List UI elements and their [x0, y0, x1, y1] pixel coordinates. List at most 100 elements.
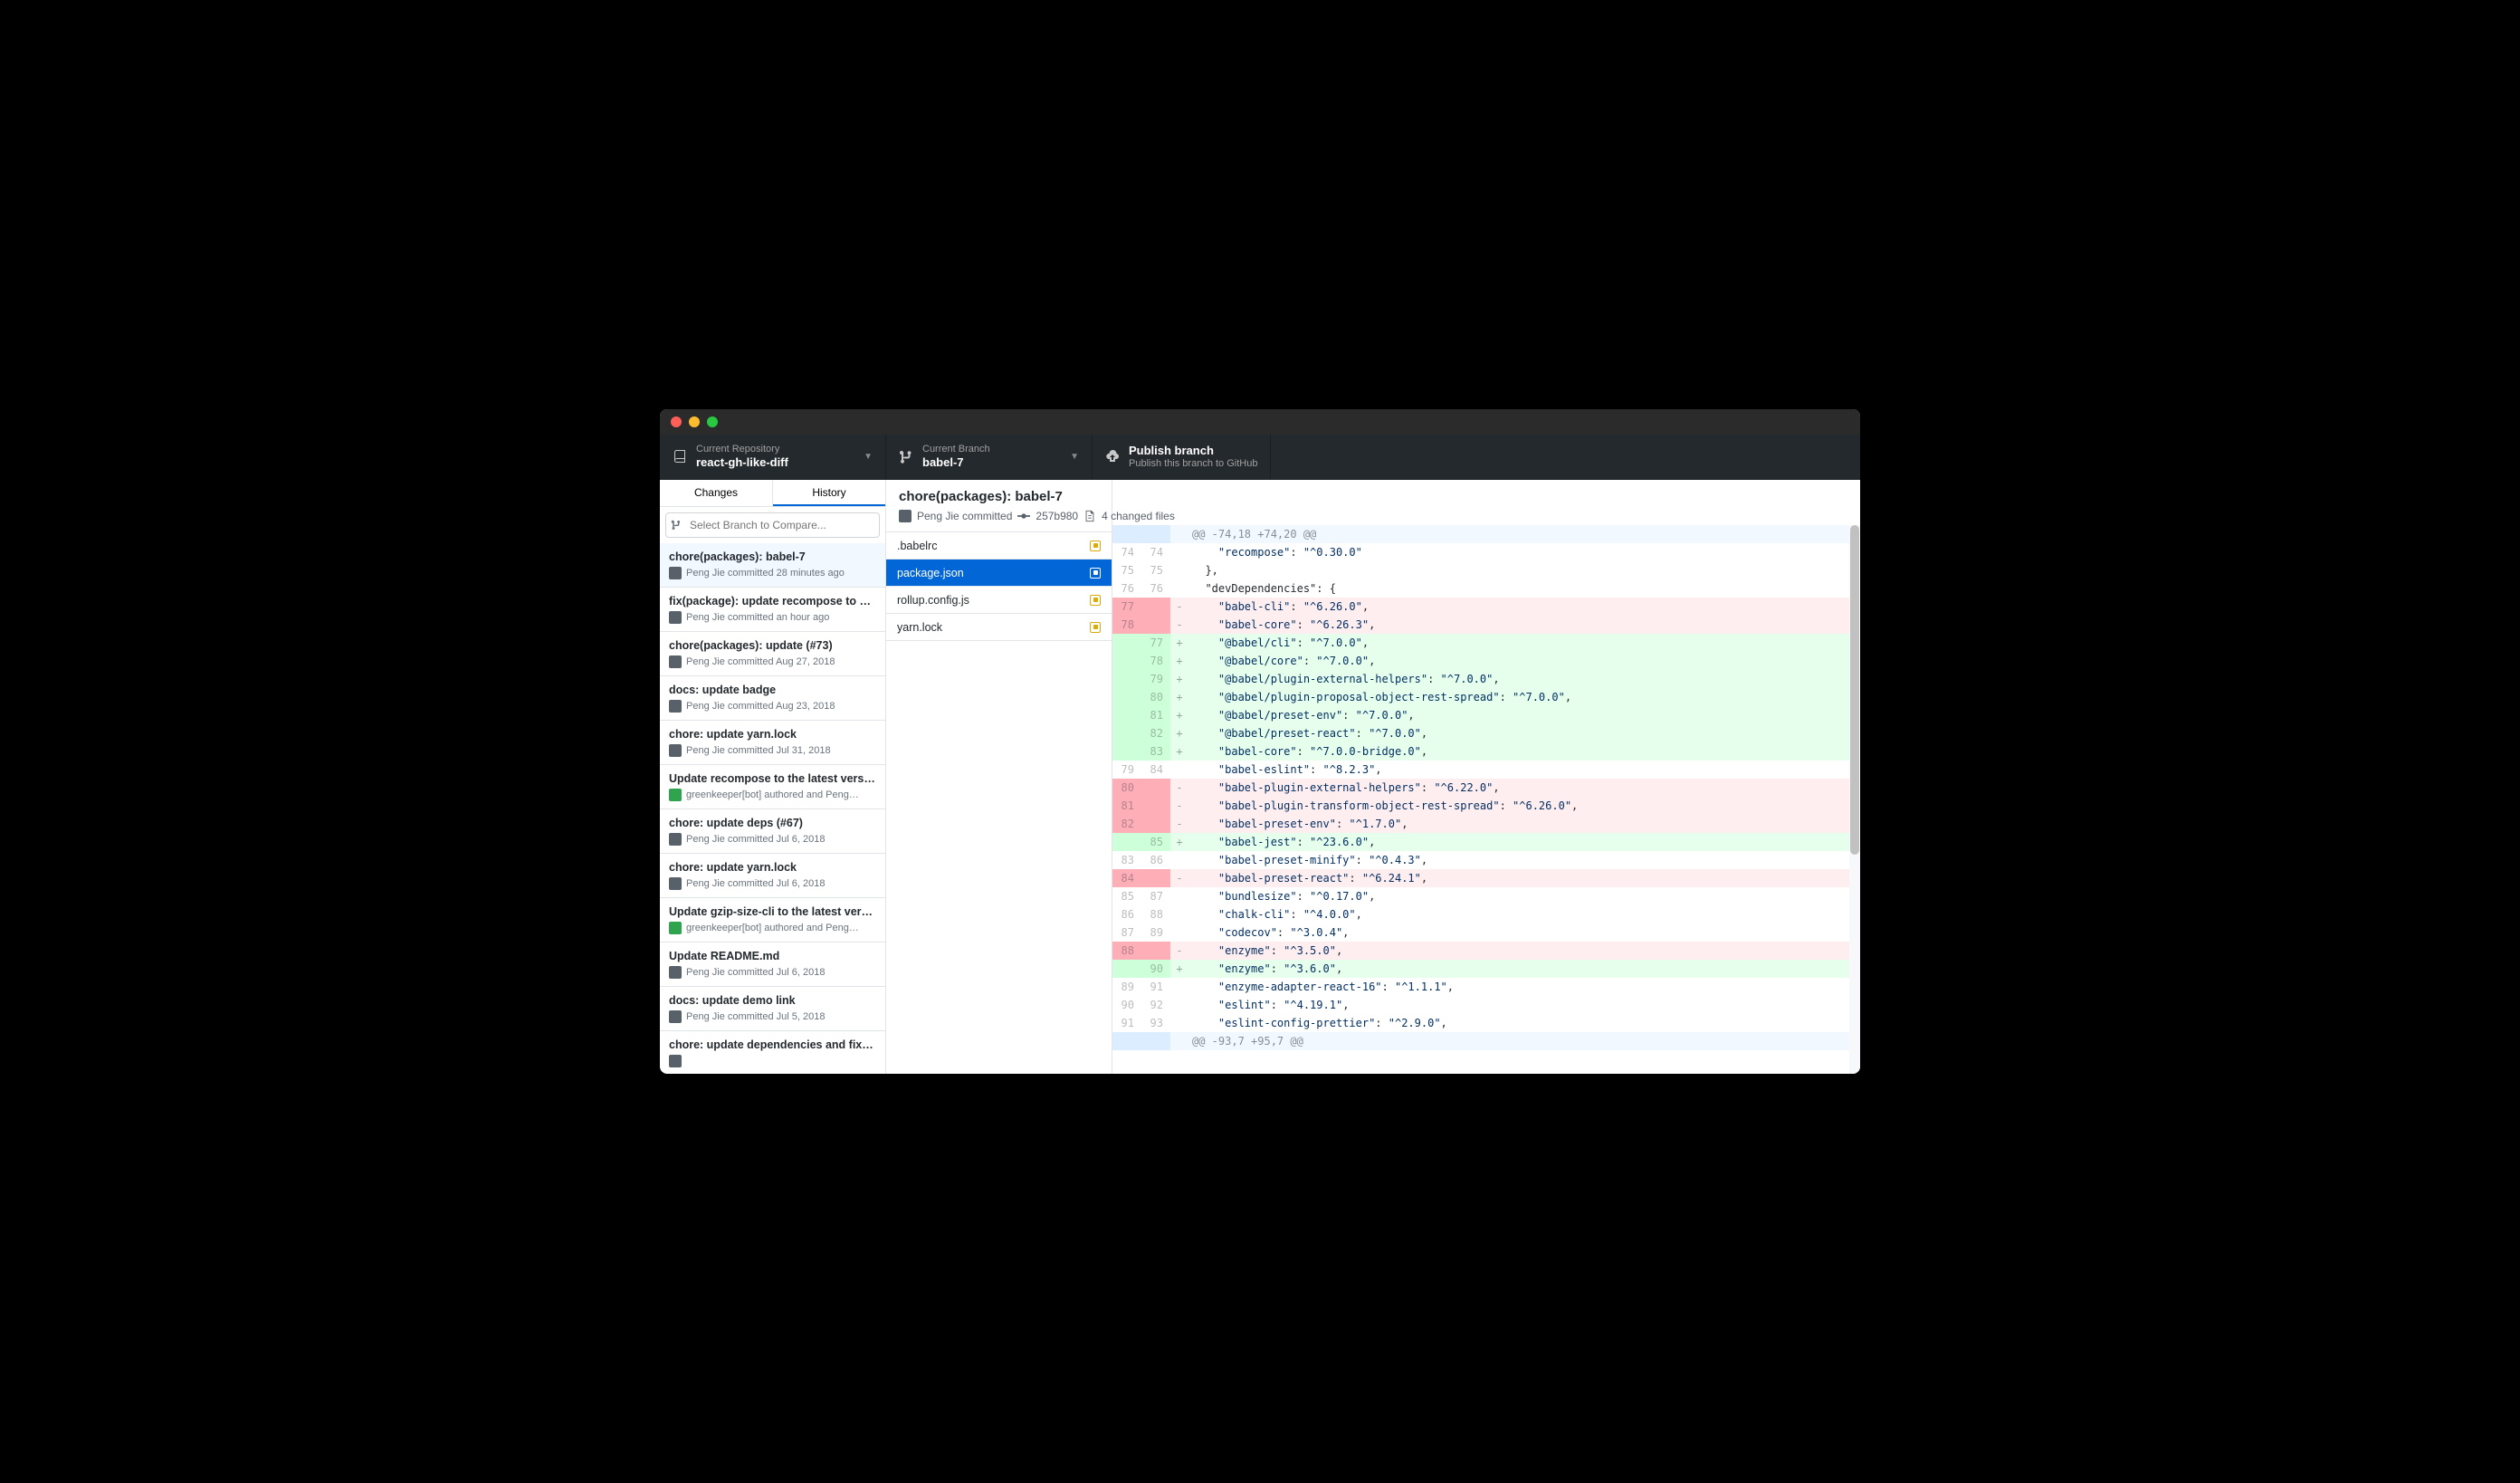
branch-selector[interactable]: Current Branch babel-7 ▼: [886, 435, 1093, 479]
old-line-no: [1112, 1032, 1141, 1050]
commit-item[interactable]: chore(packages): babel-7 Peng Jie commit…: [660, 543, 885, 588]
branch-value: babel-7: [922, 455, 1061, 470]
new-line-no: [1141, 815, 1170, 833]
old-line-no: 77: [1112, 598, 1141, 616]
commit-item[interactable]: Update gzip-size-cli to the latest ver… …: [660, 898, 885, 942]
diff-line: 82+ "@babel/preset-react": "^7.0.0",: [1112, 724, 1860, 742]
old-line-no: [1112, 706, 1141, 724]
commit-title: chore(packages): babel-7: [899, 489, 1824, 504]
commit-item[interactable]: chore: update deps (#67) Peng Jie commit…: [660, 809, 885, 854]
commit-item[interactable]: docs: update badge Peng Jie committed Au…: [660, 676, 885, 721]
tab-history[interactable]: History: [773, 480, 885, 506]
chevron-down-icon: ▼: [1070, 452, 1079, 462]
file-item[interactable]: .babelrc: [886, 532, 1112, 560]
diff-marker: +: [1170, 688, 1188, 706]
avatar: [669, 700, 682, 713]
maximize-window-button[interactable]: [707, 416, 718, 427]
diff-line: 84- "babel-preset-react": "^6.24.1",: [1112, 869, 1860, 887]
commit-list[interactable]: chore(packages): babel-7 Peng Jie commit…: [660, 543, 885, 1074]
file-item[interactable]: rollup.config.js: [886, 587, 1112, 614]
new-line-no: 86: [1141, 851, 1170, 869]
commit-item-title: chore(packages): update (#73): [669, 639, 876, 652]
tabs: Changes History: [660, 480, 885, 507]
diff-code: "codecov": "^3.0.4",: [1188, 923, 1860, 942]
close-window-button[interactable]: [671, 416, 682, 427]
commit-item-title: Update recompose to the latest versi…: [669, 772, 876, 785]
scrollbar-thumb[interactable]: [1850, 525, 1859, 855]
commit-sha: 257b980: [1036, 510, 1078, 522]
diff-code: "eslint": "^4.19.1",: [1188, 996, 1860, 1014]
commit-item[interactable]: chore: update yarn.lock Peng Jie committ…: [660, 854, 885, 898]
commit-item-title: Update README.md: [669, 950, 876, 962]
diff-line: 8688 "chalk-cli": "^4.0.0",: [1112, 905, 1860, 923]
new-line-no: [1141, 797, 1170, 815]
diff-line: 78+ "@babel/core": "^7.0.0",: [1112, 652, 1860, 670]
diff-line: 8789 "codecov": "^3.0.4",: [1112, 923, 1860, 942]
commit-item[interactable]: Update README.md Peng Jie committed Jul …: [660, 942, 885, 987]
diff-line: 80+ "@babel/plugin-proposal-object-rest-…: [1112, 688, 1860, 706]
diff-code: "babel-plugin-transform-object-rest-spre…: [1188, 797, 1860, 815]
git-branch-icon: [899, 450, 913, 464]
diff-code: "eslint-config-prettier": "^2.9.0",: [1188, 1014, 1860, 1032]
file-name: rollup.config.js: [897, 594, 969, 607]
diff-marker: +: [1170, 670, 1188, 688]
commit-item[interactable]: chore: update yarn.lock Peng Jie committ…: [660, 721, 885, 765]
repo-selector[interactable]: Current Repository react-gh-like-diff ▼: [660, 435, 886, 479]
diff-view[interactable]: @@ -74,18 +74,20 @@7474 "recompose": "^0…: [1112, 525, 1860, 1074]
diff-line: 82- "babel-preset-env": "^1.7.0",: [1112, 815, 1860, 833]
left-panel: Changes History chore(packages): babel-7…: [660, 480, 886, 1074]
diff-marker: +: [1170, 724, 1188, 742]
diff-code: "babel-jest": "^23.6.0",: [1188, 833, 1860, 851]
diff-line: 9092 "eslint": "^4.19.1",: [1112, 996, 1860, 1014]
diff-line: 81+ "@babel/preset-env": "^7.0.0",: [1112, 706, 1860, 724]
diff-code: "enzyme-adapter-react-16": "^1.1.1",: [1188, 978, 1860, 996]
compare-branch: [660, 507, 885, 543]
new-line-no: 80: [1141, 688, 1170, 706]
diff-marker: [1170, 1014, 1188, 1032]
commit-item-title: fix(package): update recompose to v…: [669, 595, 876, 608]
commit-item-title: chore: update yarn.lock: [669, 861, 876, 874]
commit-item-title: Update gzip-size-cli to the latest ver…: [669, 905, 876, 918]
commit-item[interactable]: docs: update demo link Peng Jie committe…: [660, 987, 885, 1031]
commit-item[interactable]: Update recompose to the latest versi… gr…: [660, 765, 885, 809]
old-line-no: 75: [1112, 561, 1141, 579]
diff-code: "bundlesize": "^0.17.0",: [1188, 887, 1860, 905]
file-panel: chore(packages): babel-7 Peng Jie commit…: [886, 480, 1112, 1074]
new-line-no: [1141, 779, 1170, 797]
commit-item[interactable]: chore(packages): update (#73) Peng Jie c…: [660, 632, 885, 676]
diff-code: "@babel/preset-react": "^7.0.0",: [1188, 724, 1860, 742]
app-window: Current Repository react-gh-like-diff ▼ …: [660, 409, 1860, 1074]
repo-value: react-gh-like-diff: [696, 455, 854, 470]
diff-code: @@ -74,18 +74,20 @@: [1188, 525, 1860, 543]
diff-line: 9193 "eslint-config-prettier": "^2.9.0",: [1112, 1014, 1860, 1032]
diff-code: "enzyme": "^3.6.0",: [1188, 960, 1860, 978]
publish-button[interactable]: Publish branch Publish this branch to Gi…: [1093, 435, 1271, 479]
branch-label: Current Branch: [922, 444, 1061, 455]
file-item[interactable]: package.json: [886, 560, 1112, 587]
diff-line: @@ -74,18 +74,20 @@: [1112, 525, 1860, 543]
old-line-no: [1112, 634, 1141, 652]
diff-marker: -: [1170, 942, 1188, 960]
scrollbar[interactable]: [1849, 525, 1860, 1074]
file-item[interactable]: yarn.lock: [886, 614, 1112, 641]
diff-code: "devDependencies": {: [1188, 579, 1860, 598]
avatar: [669, 789, 682, 801]
diff-code: "@babel/preset-env": "^7.0.0",: [1188, 706, 1860, 724]
minimize-window-button[interactable]: [689, 416, 700, 427]
new-line-no: 79: [1141, 670, 1170, 688]
tab-changes[interactable]: Changes: [660, 480, 773, 506]
new-line-no: 90: [1141, 960, 1170, 978]
diff-line: 7575 },: [1112, 561, 1860, 579]
diff-line: 8991 "enzyme-adapter-react-16": "^1.1.1"…: [1112, 978, 1860, 996]
diff-line: 77+ "@babel/cli": "^7.0.0",: [1112, 634, 1860, 652]
new-line-no: 74: [1141, 543, 1170, 561]
compare-input[interactable]: [665, 512, 880, 538]
new-line-no: 91: [1141, 978, 1170, 996]
commit-item-meta: Peng Jie committed Jul 6, 2018: [686, 878, 825, 889]
new-line-no: 89: [1141, 923, 1170, 942]
commit-item-title: docs: update demo link: [669, 994, 876, 1007]
new-line-no: 83: [1141, 742, 1170, 761]
commit-item[interactable]: fix(package): update recompose to v… Pen…: [660, 588, 885, 632]
commit-item[interactable]: chore: update dependencies and fix l…: [660, 1031, 885, 1074]
diff-marker: [1170, 1032, 1188, 1050]
